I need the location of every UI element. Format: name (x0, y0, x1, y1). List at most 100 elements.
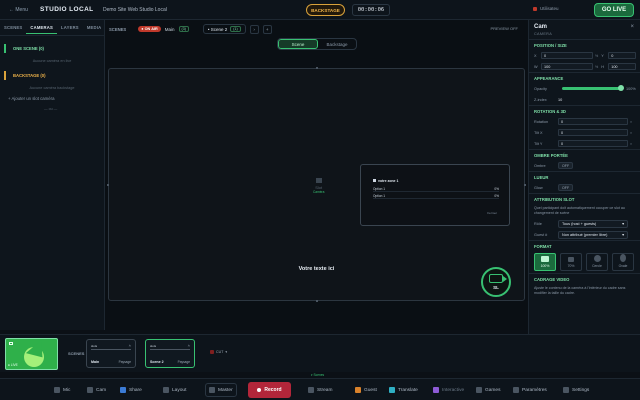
scenes-label: SCENES (109, 26, 127, 32)
mic-button[interactable]: Mic (51, 383, 73, 397)
scene-thumbnail-main[interactable]: slots ˄ Main Paysage (86, 339, 136, 368)
tab-scenes[interactable]: SCENES (0, 25, 26, 30)
scenes-expand-toggle[interactable]: ▾ Scenes (311, 373, 324, 377)
resize-handle[interactable] (316, 300, 318, 302)
scene-orientation: Paysage (177, 360, 190, 364)
section-live-header[interactable]: ONE SCENE (0) (4, 44, 104, 53)
overlay-text[interactable]: Votre texte ici (109, 266, 524, 272)
cut-transition-button[interactable]: CUT ▾ (210, 350, 227, 354)
mode-pill[interactable]: BACKSTAGE (306, 4, 345, 16)
tilty-input[interactable]: 0 (558, 140, 628, 147)
tab-media[interactable]: MEDIA (83, 25, 106, 30)
share-screen-icon (120, 387, 126, 393)
reset-icon[interactable]: × (630, 142, 632, 146)
x-input[interactable]: 0 (541, 52, 593, 59)
section-shadow[interactable]: OMBRE PORTÉE (529, 149, 640, 160)
section-crop[interactable]: CADRAGE VIDEO (529, 273, 640, 284)
h-input[interactable]: 100 (608, 63, 637, 70)
games-button[interactable]: Games (473, 383, 503, 397)
overlay-widget[interactable]: votre zone 1 Option 1 0% Option 1 0% Fer… (360, 164, 510, 226)
brand-logo: SL (481, 267, 511, 297)
go-live-button[interactable]: GO LIVE (594, 3, 634, 17)
zindex-value[interactable]: 10 (558, 98, 562, 102)
resize-handle[interactable] (316, 67, 318, 69)
section-position[interactable]: POSITION / SIZE (529, 39, 640, 50)
translate-button[interactable]: Translate (386, 383, 421, 397)
settings-label: Settings (572, 387, 590, 393)
w-input[interactable]: 100 (541, 63, 593, 70)
guest-select[interactable]: Non attribué (premier libre) ▾ (558, 230, 628, 239)
format-100[interactable]: 100% (534, 253, 556, 271)
guest-icon (355, 387, 361, 393)
chevron-up-icon[interactable]: ˄ (188, 343, 190, 348)
camera-slot-placeholder[interactable]: Slot Caméra (313, 178, 324, 194)
scene-name: Main (91, 360, 100, 364)
format-circle[interactable]: Cercle (586, 253, 608, 271)
scene-thumbnail-scene2[interactable]: slots ˄ Scene 2 Paysage (145, 339, 195, 368)
slot-sub-label: Caméra (313, 190, 325, 194)
stage-canvas[interactable]: Slot Caméra votre zone 1 Option 1 0% Opt… (107, 67, 526, 302)
guest-button[interactable]: Guest (352, 383, 380, 397)
opacity-slider[interactable] (562, 85, 624, 91)
record-button[interactable]: Record (248, 382, 291, 398)
interactive-icon (433, 387, 439, 393)
format-oval[interactable]: Ovale (612, 253, 634, 271)
scene-name: Scene 2 (150, 360, 164, 364)
view-scene-button[interactable]: Scene (278, 39, 318, 49)
guest-select-value: Non attribué (premier libre) (562, 232, 608, 237)
widget-footer[interactable]: Fermer (487, 211, 497, 215)
chevron-up-icon[interactable]: ˄ (129, 343, 131, 348)
rotation-input[interactable]: 0 (558, 118, 628, 125)
settings-button[interactable]: Settings (560, 383, 592, 397)
close-icon[interactable]: × (630, 24, 634, 30)
shadow-row: Ombre OFF (529, 160, 640, 171)
master-button[interactable]: Master (205, 383, 237, 397)
y-input[interactable]: 0 (608, 52, 637, 59)
tiltx-input[interactable]: 0 (558, 129, 628, 136)
scene-tab-scene2[interactable]: • Scene 2 (1) (202, 24, 246, 34)
reset-icon[interactable]: × (630, 120, 632, 124)
format-label: Cercle (592, 264, 602, 268)
parametres-button[interactable]: Paramètres (510, 383, 550, 397)
resize-handle[interactable] (524, 184, 526, 186)
menu-button[interactable]: ← Menu (9, 7, 33, 13)
tab-layers[interactable]: LAYERS (57, 25, 83, 30)
add-scene-button[interactable]: + (262, 24, 272, 34)
glow-toggle[interactable]: OFF (558, 184, 574, 191)
oval-icon (620, 254, 626, 262)
share-button[interactable]: Share (117, 383, 145, 397)
section-backstage-header[interactable]: BACKSTAGE (0) (4, 71, 104, 80)
live-preview-thumbnail[interactable]: ● LIVE (5, 338, 58, 370)
separator-note: — ou — (44, 107, 58, 111)
tab-cameras[interactable]: CAMERAS (26, 25, 57, 34)
master-label: Master (218, 387, 233, 393)
section-appearance[interactable]: APPEARANCE (529, 72, 640, 83)
scene-tab-main[interactable]: Main (165, 27, 175, 32)
studio-app: ← Menu STUDIO LOCAL Demo Site Web Studio… (0, 0, 640, 400)
layout-button[interactable]: Layout (160, 383, 189, 397)
next-scene-button[interactable]: › (249, 24, 259, 34)
user-status[interactable]: Utilisateu (533, 6, 559, 11)
role-select[interactable]: Tous (host + guests) ▾ (558, 219, 628, 228)
section-format[interactable]: FORMAT (529, 240, 640, 251)
section-slot[interactable]: ATTRIBUTION SLOT (529, 193, 640, 204)
interactive-button[interactable]: Interactive (430, 383, 467, 397)
format-70[interactable]: 70% (560, 253, 582, 271)
shadow-label: Ombre (534, 163, 546, 168)
stream-button[interactable]: Stream (305, 383, 335, 397)
zindex-row: Z-index 10 (529, 94, 640, 105)
resize-handle[interactable] (107, 184, 109, 186)
reset-icon[interactable]: × (630, 131, 632, 135)
add-camera-slot-button[interactable]: + Ajouter un slot caméra (0, 96, 104, 101)
section-rotation[interactable]: ROTATION & 3D (529, 105, 640, 116)
preview-toggle[interactable]: PREVIEW OFF (490, 26, 518, 31)
cam-label: Cam (96, 387, 107, 393)
view-backstage-button[interactable]: Backstage (318, 39, 356, 49)
cam-button[interactable]: Cam (84, 383, 109, 397)
shadow-toggle[interactable]: OFF (558, 162, 574, 169)
user-status-label: Utilisateu (540, 6, 559, 11)
role-row: Rôle Tous (host + guests) ▾ (529, 218, 640, 229)
tilty-row: Tilt Y 0 × (529, 138, 640, 149)
section-glow[interactable]: LUEUR (529, 171, 640, 182)
layout-icon (163, 387, 169, 393)
